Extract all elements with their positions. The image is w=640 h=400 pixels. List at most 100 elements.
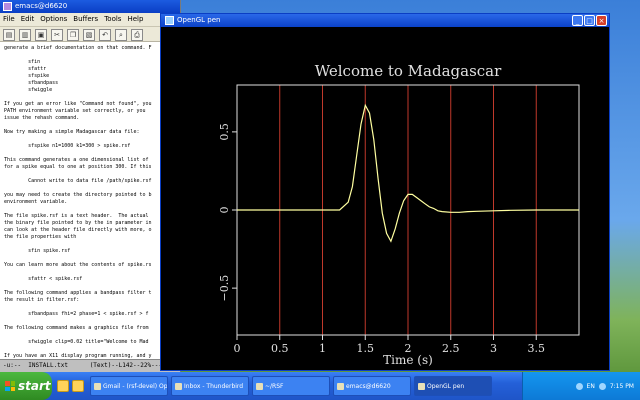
y-tick-label: −0.5 xyxy=(218,275,231,302)
emacs-title: emacs@d6620 xyxy=(15,2,68,10)
taskbar-item[interactable]: OpenGL pen xyxy=(414,376,492,396)
opengl-titlebar[interactable]: OpenGL pen _ □ × xyxy=(161,14,609,27)
buffer-line xyxy=(4,150,176,157)
buffer-line: generate a brief documentation on that c… xyxy=(4,45,152,51)
start-label: start xyxy=(18,379,51,393)
y-tick-label: 0.5 xyxy=(218,123,231,141)
taskbar-item[interactable]: emacs@d6620 xyxy=(333,376,411,396)
buffer-line xyxy=(4,283,176,290)
menu-item-options[interactable]: Options xyxy=(40,13,67,26)
buffer-line xyxy=(4,94,176,101)
menu-item-help[interactable]: Help xyxy=(127,13,143,26)
buffer-line: for a spike equal to one at position 300… xyxy=(4,164,152,170)
search-icon[interactable]: ⌕ xyxy=(115,29,127,41)
buffer-line: sfin xyxy=(4,59,41,65)
buffer-line xyxy=(4,206,176,213)
quick-launch-icon[interactable] xyxy=(57,380,69,392)
quick-launch xyxy=(57,380,84,392)
print-icon[interactable]: ⎙ xyxy=(131,29,143,41)
buffer-line xyxy=(4,136,176,143)
buffer-line xyxy=(4,171,176,178)
opengl-app-icon xyxy=(165,16,174,25)
task-list: Gmail - (rsf-devel) Op... Inbox - Thunder… xyxy=(90,376,492,396)
open-dir-icon[interactable]: ▥ xyxy=(19,29,31,41)
x-tick-label: 3 xyxy=(490,342,497,355)
opengl-title: OpenGL pen xyxy=(177,16,221,24)
save-icon[interactable]: ▣ xyxy=(35,29,47,41)
buffer-line: Cannot write to data file /path/spike.rs… xyxy=(4,178,152,184)
emacs-window: emacs@d6620 File Edit Options Buffers Tools H… xyxy=(0,0,181,372)
emacs-titlebar[interactable]: emacs@d6620 xyxy=(0,0,180,13)
network-icon[interactable] xyxy=(575,382,583,390)
buffer-line: the result in filter.rsf: xyxy=(4,297,80,303)
x-axis-label: Time (s) xyxy=(383,353,433,367)
taskbar: start Gmail - (rsf-devel) Op... Inbox - T… xyxy=(0,372,640,400)
buffer-line: sfin spike.rsf xyxy=(4,248,71,254)
cut-icon[interactable]: ✂ xyxy=(51,29,63,41)
buffer-line: The following command applies a bandpass… xyxy=(4,290,152,296)
buffer-line: environment variable. xyxy=(4,199,68,205)
menu-item-buffers[interactable]: Buffers xyxy=(73,13,98,26)
clock: 7:15 PM xyxy=(609,382,634,390)
language-indicator[interactable]: EN xyxy=(587,383,595,390)
close-button[interactable]: × xyxy=(596,15,607,26)
x-tick-label: 1 xyxy=(319,342,326,355)
buffer-line xyxy=(4,318,176,325)
x-tick-label: 0.5 xyxy=(271,342,289,355)
buffer-line: sfattr xyxy=(4,66,47,72)
x-tick-label: 1.5 xyxy=(357,342,375,355)
buffer-line xyxy=(4,346,176,353)
volume-icon[interactable] xyxy=(598,382,606,390)
system-tray: EN 7:15 PM xyxy=(522,372,640,400)
undo-icon[interactable]: ↶ xyxy=(99,29,111,41)
buffer-line xyxy=(4,52,176,59)
x-tick-label: 3.5 xyxy=(528,342,546,355)
buffer-line xyxy=(4,304,176,311)
buffer-line xyxy=(4,255,176,262)
buffer-line xyxy=(4,185,176,192)
buffer-line: You can learn more about the contents of… xyxy=(4,262,152,268)
copy-icon[interactable]: ❐ xyxy=(67,29,79,41)
maximize-button[interactable]: □ xyxy=(584,15,595,26)
buffer-line: the binary file pointed to by the in par… xyxy=(4,220,152,226)
buffer-line: issue the rehash command. xyxy=(4,115,80,121)
buffer-line: can look at the header file directly wit… xyxy=(4,227,152,233)
opengl-window: OpenGL pen _ □ × 0 0.5 1 1.5 2 2.5 3 3.5 0.5 0 −0… xyxy=(160,13,610,371)
buffer-line xyxy=(4,269,176,276)
paste-icon[interactable]: ▧ xyxy=(83,29,95,41)
emacs-modeline: -u:-- INSTALL.txt (Text)--L142--22%-----… xyxy=(0,359,180,372)
minimize-button[interactable]: _ xyxy=(572,15,583,26)
buffer-line: sfwiggle clip=0.02 title="Welcome to Mad xyxy=(4,339,149,345)
buffer-line: PATH environment variable set correctly,… xyxy=(4,108,146,114)
start-button[interactable]: start xyxy=(0,372,52,400)
open-file-icon[interactable]: ▤ xyxy=(3,29,15,41)
taskbar-item[interactable]: Inbox - Thunderbird xyxy=(171,376,249,396)
buffer-line: sfbandpass fhi=2 phase=1 < spike.rsf > f xyxy=(4,311,149,317)
menu-item-tools[interactable]: Tools xyxy=(104,13,121,26)
buffer-line: Now try making a simple Madagascar data … xyxy=(4,129,140,135)
buffer-line xyxy=(4,332,176,339)
buffer-line: sfattr < spike.rsf xyxy=(4,276,83,282)
quick-launch-icon[interactable] xyxy=(72,380,84,392)
menu-item-file[interactable]: File xyxy=(3,13,15,26)
emacs-app-icon xyxy=(3,2,12,11)
buffer-line xyxy=(4,122,176,129)
windows-logo-icon xyxy=(5,381,15,391)
x-tick-label: 0 xyxy=(234,342,241,355)
y-axis-ticks: 0.5 0 −0.5 xyxy=(218,123,237,301)
buffer-line: The following command makes a graphics f… xyxy=(4,325,149,331)
buffer-line: sfspike n1=1000 k1=300 > spike.rsf xyxy=(4,143,131,149)
menu-item-edit[interactable]: Edit xyxy=(21,13,35,26)
buffer-line: The file spike.rsf is a text header. The… xyxy=(4,213,149,219)
emacs-buffer-text[interactable]: generate a brief documentation on that c… xyxy=(0,42,180,360)
buffer-line xyxy=(4,241,176,248)
taskbar-item[interactable]: Gmail - (rsf-devel) Op... xyxy=(90,376,168,396)
plot-title: Welcome to Madagascar xyxy=(315,62,502,80)
x-tick-label: 2.5 xyxy=(442,342,460,355)
wiggle-plot: 0 0.5 1 1.5 2 2.5 3 3.5 0.50−0.5 Welcome to Mad… xyxy=(218,62,580,367)
buffer-line: you may need to create the directory poi… xyxy=(4,192,152,198)
taskbar-item[interactable]: ~/RSF xyxy=(252,376,330,396)
x-axis-ticks: 0 0.5 1 1.5 2 2.5 3 3.5 xyxy=(234,335,546,355)
emacs-toolbar: ▤ ▥ ▣ ✂ ❐ ▧ ↶ ⌕ ⎙ xyxy=(0,27,180,42)
buffer-line: sfwiggle xyxy=(4,87,53,93)
